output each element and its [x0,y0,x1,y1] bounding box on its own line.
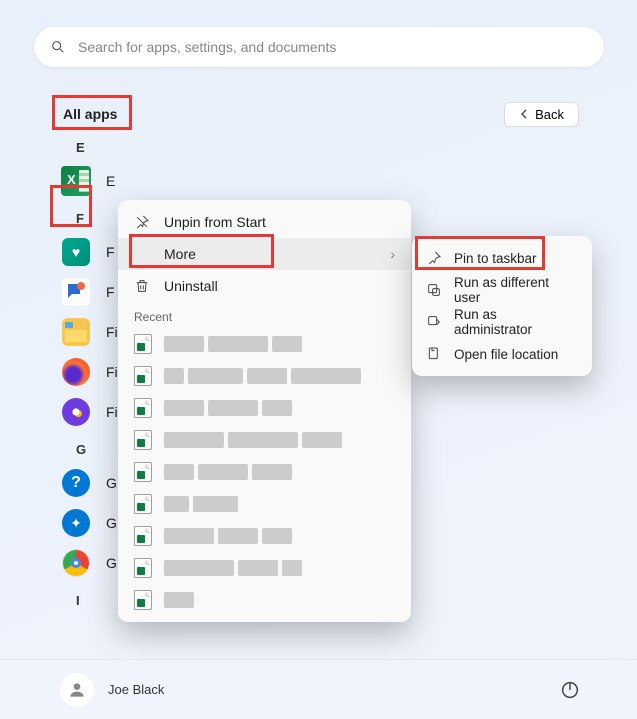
app-label-excel: E [106,173,115,189]
context-menu-app: Unpin from Start More › Uninstall Recent [118,200,411,622]
recent-file-6[interactable] [118,488,411,520]
avatar [60,673,94,707]
app-label-family: F [106,244,115,260]
chrome-icon [60,547,92,579]
all-apps-label: All apps [55,102,125,126]
back-button[interactable]: Back [504,102,579,127]
chevron-right-icon: › [390,246,395,262]
spacer-icon [134,246,150,262]
app-label-feedback: F [106,284,115,300]
excel-doc-icon [134,526,152,546]
firefox-dev-icon [60,396,92,428]
ctx-more[interactable]: More › [118,238,411,270]
back-label: Back [535,107,564,122]
sub-diffuser-label: Run as different user [454,275,578,305]
recent-file-3[interactable] [118,392,411,424]
app-label-chrome: G [106,555,117,571]
excel-doc-icon [134,430,152,450]
power-button[interactable] [559,679,581,701]
recent-file-1[interactable] [118,328,411,360]
ctx-uninstall[interactable]: Uninstall [118,270,411,302]
recent-file-8[interactable] [118,552,411,584]
sub-open-file-location[interactable]: Open file location [412,338,592,370]
app-row-excel[interactable]: E [58,161,358,201]
app-label-firefox: Fi [106,364,118,380]
ctx-uninstall-label: Uninstall [164,278,218,294]
recent-file-7[interactable] [118,520,411,552]
ctx-more-label: More [164,246,196,262]
app-label-file-explorer: Fi [106,324,118,340]
sub-admin-label: Run as administrator [454,307,578,337]
shield-icon [426,314,442,330]
firefox-icon [60,356,92,388]
excel-doc-icon [134,590,152,610]
context-submenu-more: Pin to taskbar Run as different user Run… [412,236,592,376]
sub-run-as-admin[interactable]: Run as administrator [412,306,592,338]
ctx-unpin-from-start[interactable]: Unpin from Start [118,206,411,238]
section-letter-e[interactable]: E [58,130,358,161]
excel-doc-icon [134,558,152,578]
get-help-icon [60,467,92,499]
excel-doc-icon [134,366,152,386]
unpin-icon [134,214,150,230]
excel-doc-icon [134,334,152,354]
excel-doc-icon [134,494,152,514]
user-account-button[interactable]: Joe Black [60,673,164,707]
folder-open-icon [426,346,442,362]
family-icon [60,236,92,268]
chevron-left-icon [519,109,529,119]
recent-file-5[interactable] [118,456,411,488]
user-name-label: Joe Black [108,682,164,697]
search-input[interactable] [78,39,588,55]
sub-pin-to-taskbar[interactable]: Pin to taskbar [412,242,592,274]
recent-file-9[interactable] [118,584,411,616]
trash-icon [134,278,150,294]
sub-openloc-label: Open file location [454,347,558,362]
game-bar-icon [60,507,92,539]
start-footer: Joe Black [0,659,637,719]
recent-file-2[interactable] [118,360,411,392]
app-label-firefox-dev: Fi [106,404,118,420]
excel-doc-icon [134,398,152,418]
app-label-get-help: G [106,475,117,491]
pin-icon [426,250,442,266]
sub-pin-label: Pin to taskbar [454,251,537,266]
excel-doc-icon [134,462,152,482]
sub-run-different-user[interactable]: Run as different user [412,274,592,306]
ctx-recent-label: Recent [118,302,411,328]
search-icon [50,39,66,55]
user-swap-icon [426,282,442,298]
apps-header: All apps Back [55,98,579,130]
ctx-unpin-label: Unpin from Start [164,214,266,230]
feedback-hub-icon [60,276,92,308]
excel-icon [60,165,92,197]
file-explorer-icon [60,316,92,348]
recent-file-4[interactable] [118,424,411,456]
search-bar[interactable] [34,27,604,67]
app-label-game-bar: G [106,515,117,531]
